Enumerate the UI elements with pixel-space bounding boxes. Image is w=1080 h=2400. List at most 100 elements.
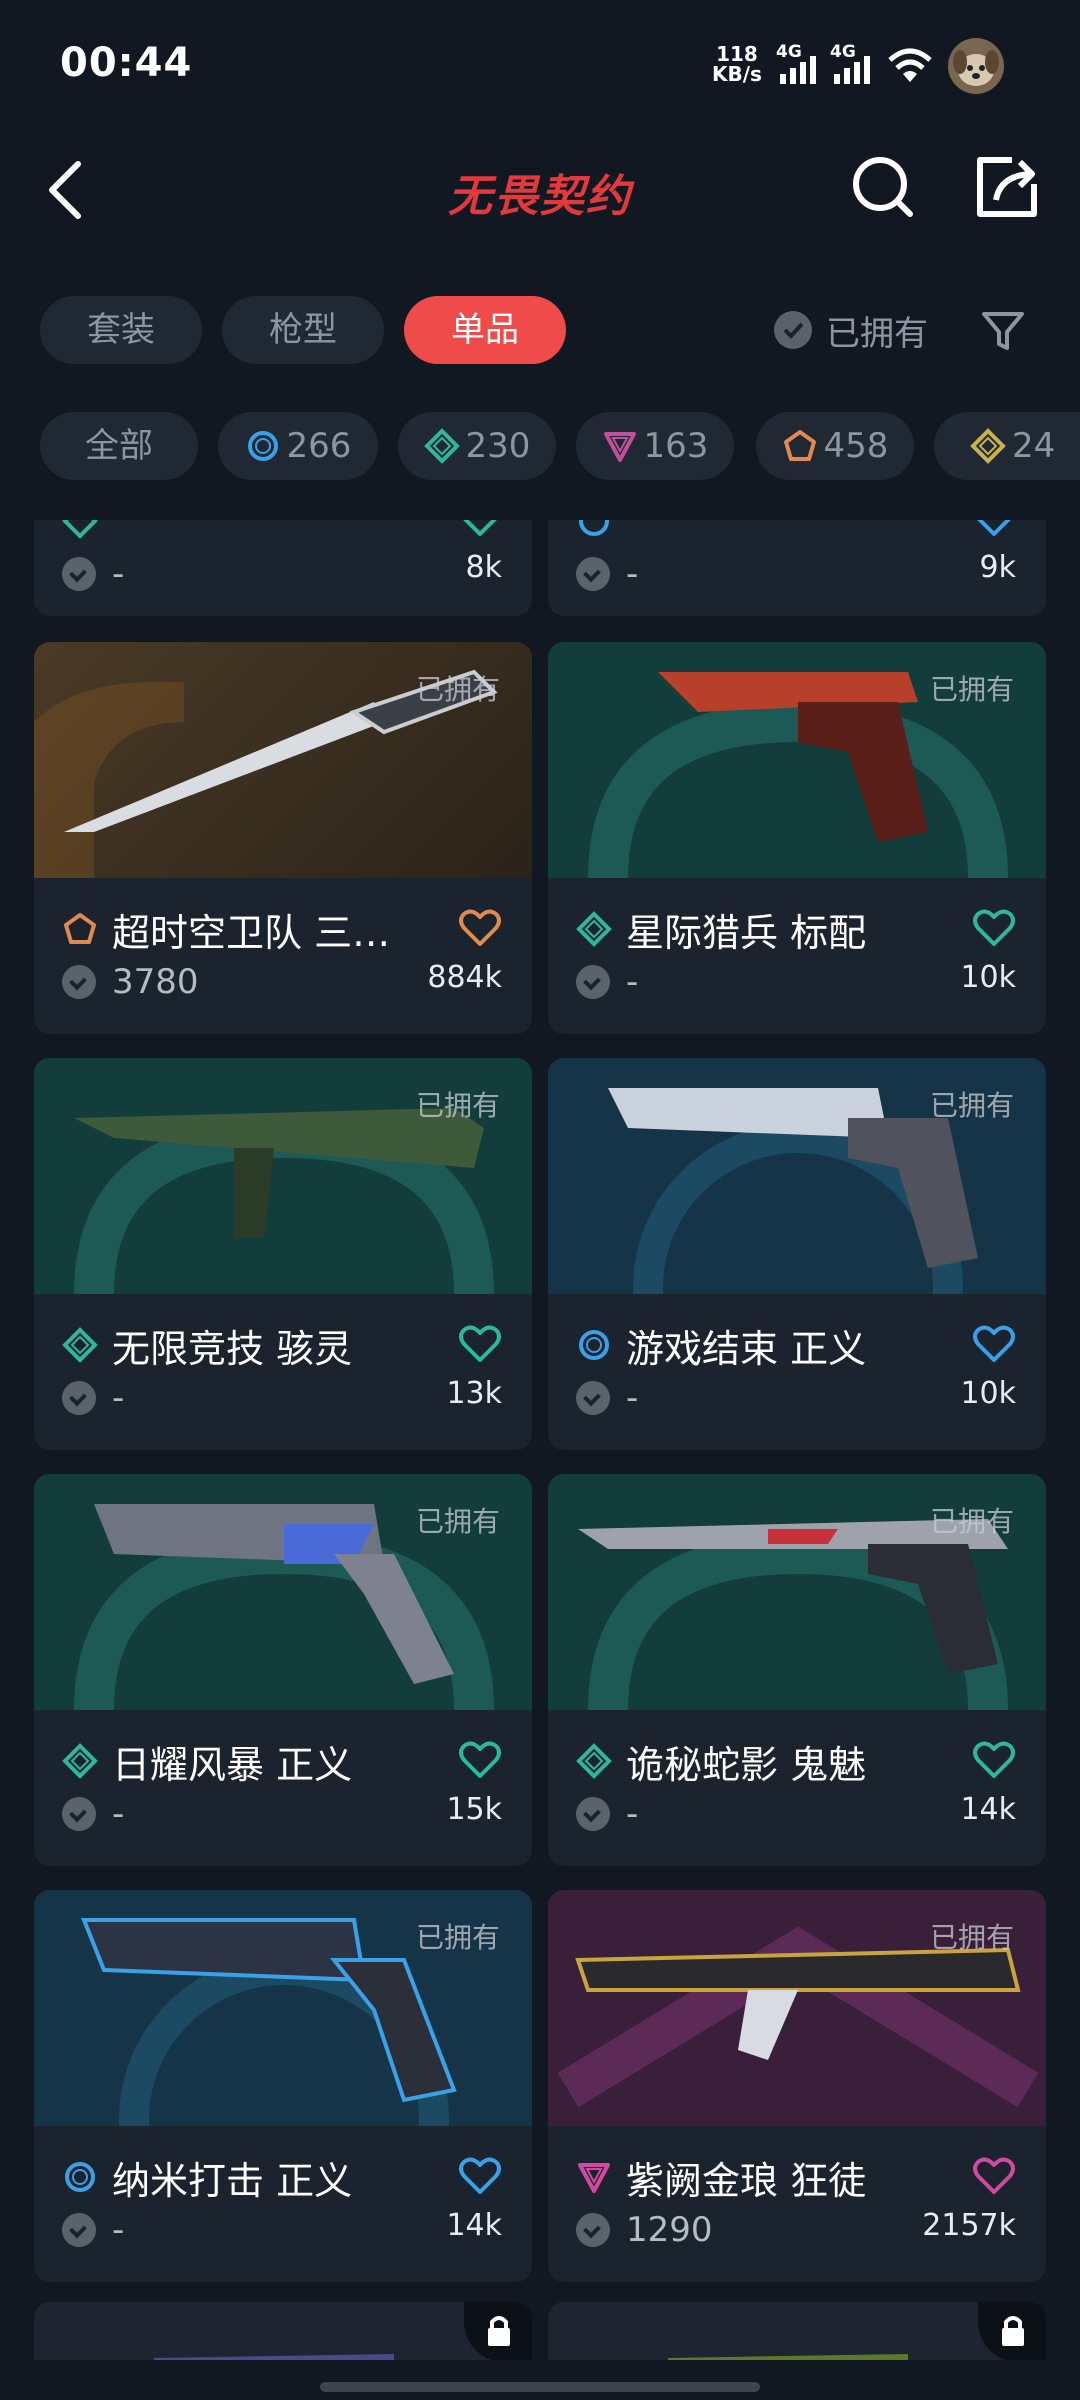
owned-label: 已拥有: [415, 1921, 500, 1954]
chip-tier-ultra[interactable]: 24: [934, 412, 1080, 480]
diamond-tier-icon: [62, 520, 98, 539]
vp-currency-icon: [62, 1381, 96, 1415]
favorite-button[interactable]: [458, 2156, 502, 2196]
filter-button[interactable]: [978, 306, 1028, 356]
tab-single-item[interactable]: 单品: [404, 296, 566, 364]
skin-name-row: 游戏结束 正义: [576, 1320, 1016, 1371]
heart-icon: [459, 909, 501, 946]
skin-name: 无限竞技 骇灵: [112, 1326, 353, 1371]
favorite-button[interactable]: [972, 1740, 1016, 1780]
diamond-tier-icon: [576, 1743, 612, 1779]
skin-name-row: 星际猎兵 标配: [576, 904, 1016, 955]
skin-name: 超时空卫队 三…: [112, 910, 391, 955]
pentagon-tier-icon: [64, 913, 96, 944]
owned-filter-toggle[interactable]: 已拥有: [774, 300, 928, 360]
skin-price: -: [112, 1794, 125, 1834]
skin-card[interactable]: - 9k: [548, 520, 1046, 616]
skin-price: 1290: [626, 2210, 713, 2250]
favorite-button[interactable]: [458, 908, 502, 948]
favorite-button[interactable]: [972, 1324, 1016, 1364]
skin-name: 游戏结束 正义: [626, 1326, 867, 1371]
heart-icon: [973, 909, 1015, 946]
skin-name: 诡秘蛇影 鬼魅: [626, 1742, 867, 1787]
chip-label: 全部: [85, 426, 153, 466]
chip-label: 266: [286, 426, 352, 466]
price-row: -: [576, 554, 638, 594]
skin-name-row: [62, 520, 502, 546]
owned-label: 已拥有: [415, 673, 500, 706]
skin-card[interactable]: [34, 2302, 532, 2360]
price-row: -: [62, 1794, 124, 1834]
tab-sets[interactable]: 套装: [40, 296, 202, 364]
wifi-icon: [888, 46, 932, 86]
chip-label: 458: [823, 426, 889, 466]
skin-card[interactable]: 已拥有 诡秘蛇影 鬼魅 - 14k: [548, 1474, 1046, 1866]
skin-card[interactable]: 已拥有 超时空卫队 三… 3780 884k: [34, 642, 532, 1034]
status-bar: 00:44 118 KB/s 4G 4G: [0, 0, 1080, 130]
heart-icon: [977, 520, 1011, 536]
favorite-button[interactable]: [972, 908, 1016, 948]
price-row: -: [62, 2210, 124, 2250]
chip-tier-exclusive[interactable]: 458: [756, 412, 914, 480]
favorite-button[interactable]: [458, 520, 502, 538]
price-row: -: [62, 554, 124, 594]
like-count: 10k: [960, 960, 1016, 995]
skin-image: [34, 2302, 532, 2360]
skin-card[interactable]: 已拥有 日耀风暴 正义 - 15k: [34, 1474, 532, 1866]
skin-card[interactable]: 已拥有 紫阙金琅 狂徒 1290 2157k: [548, 1890, 1046, 2282]
chip-tier-deluxe[interactable]: 230: [398, 412, 556, 480]
back-button[interactable]: [40, 150, 100, 230]
search-button[interactable]: [848, 152, 918, 222]
like-count: 884k: [427, 960, 502, 995]
vp-currency-icon: [62, 557, 96, 591]
lock-badge: [464, 2302, 532, 2360]
vp-currency-icon: [576, 557, 610, 591]
heart-icon: [459, 1741, 501, 1778]
signal-type-label: 4G: [830, 42, 856, 62]
diamond-tier-icon: [576, 911, 612, 947]
circle-tier-icon: [579, 1330, 609, 1360]
skin-card[interactable]: - 8k: [34, 520, 532, 616]
search-icon: [853, 157, 913, 217]
skin-name-row: 诡秘蛇影 鬼魅: [576, 1736, 1016, 1787]
diamond-tier-icon: [970, 428, 1006, 464]
circle-tier-icon: [65, 2162, 95, 2192]
skin-card[interactable]: 已拥有 游戏结束 正义 - 10k: [548, 1058, 1046, 1450]
skin-card[interactable]: 已拥有 纳米打击 正义 - 14k: [34, 1890, 532, 2282]
skin-image: 已拥有: [34, 642, 532, 878]
tab-gun-type[interactable]: 枪型: [222, 296, 384, 364]
skin-card[interactable]: 已拥有 星际猎兵 标配 - 10k: [548, 642, 1046, 1034]
heart-icon: [973, 1325, 1015, 1362]
favorite-button[interactable]: [972, 520, 1016, 538]
avatar: [948, 38, 1004, 94]
checkmark-icon: [774, 311, 812, 349]
skin-card[interactable]: 已拥有 无限竞技 骇灵 - 13k: [34, 1058, 532, 1450]
favorite-button[interactable]: [458, 1740, 502, 1780]
share-button[interactable]: [972, 152, 1042, 222]
chip-all[interactable]: 全部: [40, 412, 198, 480]
skin-price: -: [626, 1794, 639, 1834]
network-speed-value: 118: [716, 42, 758, 66]
skin-image: 已拥有: [548, 1474, 1046, 1710]
vp-currency-icon: [576, 1381, 610, 1415]
skin-name-row: 纳米打击 正义: [62, 2152, 502, 2203]
favorite-button[interactable]: [972, 2156, 1016, 2196]
skin-price: -: [112, 2210, 125, 2250]
skin-name-row: 超时空卫队 三…: [62, 904, 502, 955]
chip-label: 230: [465, 426, 531, 466]
home-indicator[interactable]: [320, 2382, 760, 2392]
skin-card[interactable]: [548, 2302, 1046, 2360]
favorite-button[interactable]: [458, 1324, 502, 1364]
network-speed: 118 KB/s: [712, 44, 762, 84]
owned-label: 已拥有: [929, 1089, 1014, 1122]
owned-label: 已拥有: [929, 1505, 1014, 1538]
like-count: 13k: [446, 1376, 502, 1411]
chip-tier-select[interactable]: 266: [218, 412, 378, 480]
skin-image: 已拥有: [34, 1058, 532, 1294]
chip-tier-premium[interactable]: 163: [576, 412, 734, 480]
like-count: 14k: [446, 2208, 502, 2243]
owned-label: 已拥有: [415, 1505, 500, 1538]
share-icon: [977, 157, 1037, 217]
lock-icon: [1002, 2316, 1024, 2346]
owned-label: 已拥有: [415, 1089, 500, 1122]
